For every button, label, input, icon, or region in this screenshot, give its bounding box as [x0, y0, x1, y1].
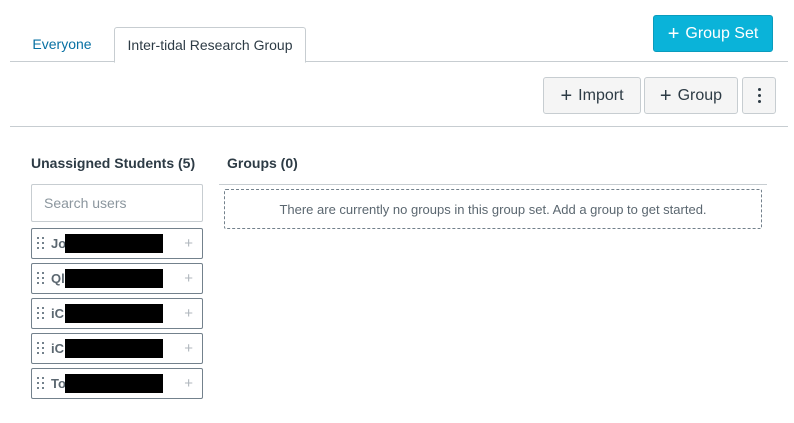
redacted-name [65, 304, 163, 323]
toolbar-divider [10, 126, 788, 127]
redacted-name [65, 269, 163, 288]
more-options-button[interactable] [742, 77, 776, 114]
add-group-button[interactable]: + Group [644, 77, 738, 114]
add-to-group-icon[interactable]: + [184, 341, 193, 356]
groups-divider [219, 184, 767, 185]
groups-heading: Groups (0) [227, 155, 298, 171]
student-name: Ql [51, 271, 65, 286]
tab-everyone[interactable]: Everyone [10, 27, 114, 62]
unassigned-students-heading: Unassigned Students (5) [31, 155, 196, 171]
student-name: To [51, 376, 65, 391]
search-users-input[interactable] [31, 184, 203, 222]
student-name: iC [51, 341, 64, 356]
redacted-name [65, 339, 163, 358]
import-label: Import [578, 86, 624, 104]
redacted-name [65, 374, 163, 393]
add-to-group-icon[interactable]: + [184, 271, 193, 286]
student-item[interactable]: Jo + [31, 228, 203, 259]
plus-icon: + [560, 84, 573, 107]
drag-handle-icon[interactable] [37, 341, 45, 356]
drag-handle-icon[interactable] [37, 271, 45, 286]
add-group-set-label: Group Set [685, 24, 759, 42]
drag-handle-icon[interactable] [37, 306, 45, 321]
add-to-group-icon[interactable]: + [184, 376, 193, 391]
tab-inter-tidal-research-group[interactable]: Inter-tidal Research Group [114, 27, 306, 63]
add-to-group-icon[interactable]: + [184, 306, 193, 321]
add-group-set-button[interactable]: + Group Set [653, 15, 773, 52]
student-name: iC [51, 306, 64, 321]
redacted-name [65, 234, 163, 253]
student-name: Jo [51, 236, 65, 251]
drag-handle-icon[interactable] [37, 376, 45, 391]
add-to-group-icon[interactable]: + [184, 236, 193, 251]
plus-icon: + [667, 22, 680, 45]
student-item[interactable]: iC + [31, 298, 203, 329]
import-button[interactable]: + Import [543, 77, 641, 114]
empty-groups-message: There are currently no groups in this gr… [224, 189, 762, 229]
student-item[interactable]: To + [31, 368, 203, 399]
kebab-menu-icon [757, 88, 761, 103]
drag-handle-icon[interactable] [37, 236, 45, 251]
add-group-label: Group [677, 86, 723, 104]
plus-icon: + [659, 84, 672, 107]
student-item[interactable]: iC + [31, 333, 203, 364]
student-item[interactable]: Ql + [31, 263, 203, 294]
